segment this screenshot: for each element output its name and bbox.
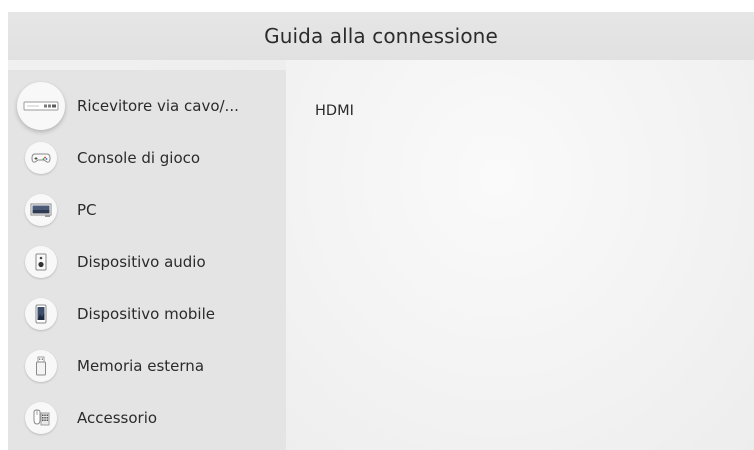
sidebar-item-label: Ricevitore via cavo/... — [77, 97, 239, 115]
sidebar-item-label: Dispositivo audio — [77, 253, 206, 271]
connection-detail-pane: HDMI — [286, 60, 754, 450]
sidebar-item-pc[interactable]: PC — [8, 184, 286, 236]
sidebar-item-game-console[interactable]: Console di gioco — [8, 132, 286, 184]
sidebar-item-label: Memoria esterna — [77, 357, 205, 375]
set-top-box-icon — [17, 82, 65, 130]
header-bar: Guida alla connessione — [8, 12, 754, 60]
gamepad-icon — [25, 142, 57, 174]
sidebar-item-label: PC — [77, 201, 97, 219]
sidebar-item-mobile-device[interactable]: Dispositivo mobile — [8, 288, 286, 340]
sidebar-item-external-storage[interactable]: Memoria esterna — [8, 340, 286, 392]
mouse-keyboard-icon — [25, 402, 57, 434]
sidebar-item-accessory[interactable]: Accessorio — [8, 392, 286, 444]
pc-monitor-icon — [25, 194, 57, 226]
sidebar-item-label: Accessorio — [77, 409, 158, 427]
device-sidebar: Ricevitore via cavo/... Console di gioco — [8, 70, 286, 450]
page-title: Guida alla connessione — [264, 24, 498, 48]
usb-drive-icon — [25, 350, 57, 382]
sidebar-item-label: Console di gioco — [77, 149, 201, 167]
sidebar-item-label: Dispositivo mobile — [77, 305, 215, 323]
sidebar-item-cable-receiver[interactable]: Ricevitore via cavo/... — [8, 80, 286, 132]
sidebar-item-audio-device[interactable]: Dispositivo audio — [8, 236, 286, 288]
connection-guide-panel: Guida alla connessione Ricevitore via ca… — [8, 12, 754, 450]
speaker-icon — [25, 246, 57, 278]
connection-type-option[interactable]: HDMI — [315, 103, 354, 119]
smartphone-icon — [25, 298, 57, 330]
